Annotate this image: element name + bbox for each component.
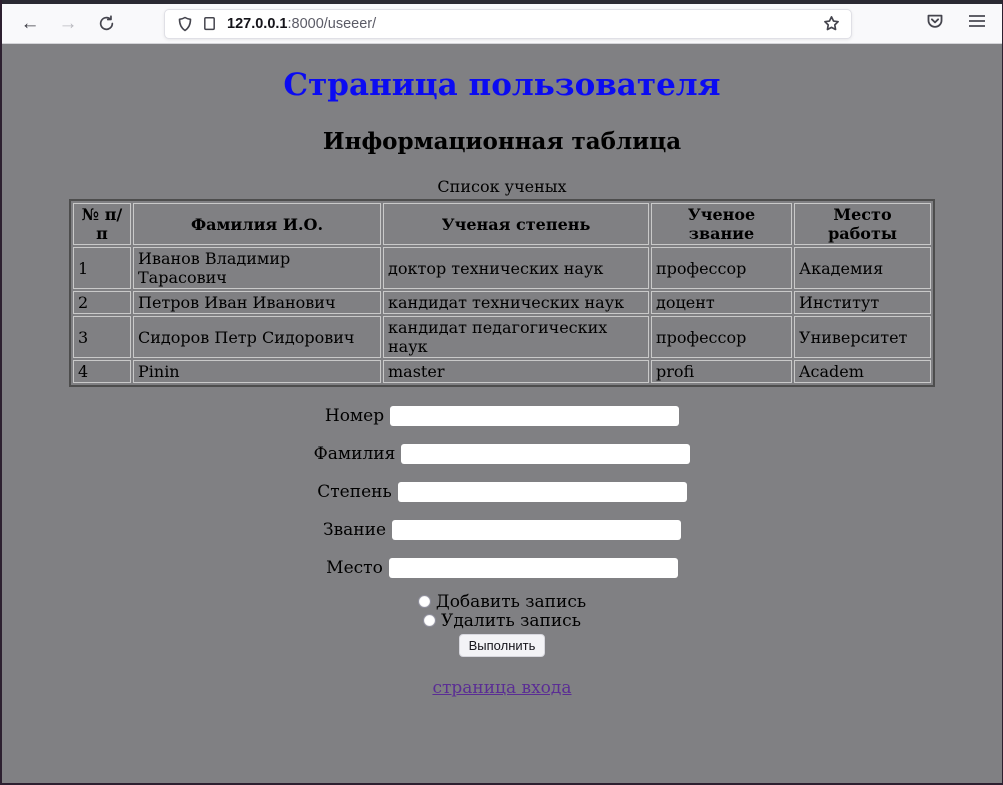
execute-button[interactable]: Выполнить bbox=[459, 634, 546, 657]
table-cell: кандидат педагогических наук bbox=[383, 316, 649, 358]
url-bar[interactable]: 127.0.0.1:8000/useeer/ bbox=[164, 9, 852, 39]
table-cell: 1 bbox=[73, 247, 131, 289]
radio-group: Добавить запись Удалить запись bbox=[2, 593, 1002, 631]
table-row: 2Петров Иван Ивановичкандидат технически… bbox=[73, 291, 931, 314]
record-form: Номер Фамилия Степень Звание Место Добав… bbox=[2, 405, 1002, 698]
table-cell: профессор bbox=[651, 316, 792, 358]
reload-icon[interactable] bbox=[94, 12, 118, 36]
menu-icon[interactable] bbox=[968, 14, 986, 33]
table-cell: Академия bbox=[794, 247, 931, 289]
submit-row: Выполнить bbox=[2, 631, 1002, 657]
table-cell: master bbox=[383, 360, 649, 383]
field-label: Место bbox=[326, 558, 383, 578]
table-body: 1Иванов Владимир Тарасовичдоктор техниче… bbox=[73, 247, 931, 383]
table-caption: Список ученых bbox=[2, 177, 1002, 196]
table-row: 4PininmasterprofiAcadem bbox=[73, 360, 931, 383]
page-title: Страница пользователя bbox=[2, 67, 1002, 103]
radio-button-icon[interactable] bbox=[418, 595, 431, 608]
field-label: Степень bbox=[317, 482, 391, 502]
login-page-link[interactable]: страница входа bbox=[432, 678, 571, 698]
back-icon[interactable]: ← bbox=[18, 12, 42, 36]
form-fields: Номер Фамилия Степень Звание Место bbox=[2, 405, 1002, 577]
page-icon[interactable] bbox=[197, 12, 221, 36]
table-cell: Pinin bbox=[133, 360, 381, 383]
page-subtitle: Информационная таблица bbox=[2, 128, 1002, 155]
table-header-cell: Ученое звание bbox=[651, 203, 792, 245]
browser-toolbar: ← → 127.0.0.1:8000/useeer/ bbox=[2, 4, 1002, 44]
table-header-row: № п/пФамилия И.О.Ученая степеньУченое зв… bbox=[73, 203, 931, 245]
table-cell: profi bbox=[651, 360, 792, 383]
scientists-table: № п/пФамилия И.О.Ученая степеньУченое зв… bbox=[69, 199, 935, 387]
text-input[interactable] bbox=[389, 558, 678, 578]
table-cell: 4 bbox=[73, 360, 131, 383]
field-label: Фамилия bbox=[314, 444, 396, 464]
table-row: 3Сидоров Петр Сидоровичкандидат педагоги… bbox=[73, 316, 931, 358]
table-cell: Петров Иван Иванович bbox=[133, 291, 381, 314]
table-cell: кандидат технических наук bbox=[383, 291, 649, 314]
table-cell: Университет bbox=[794, 316, 931, 358]
radio-button-icon[interactable] bbox=[423, 614, 436, 627]
text-input[interactable] bbox=[392, 520, 681, 540]
table-cell: профессор bbox=[651, 247, 792, 289]
field-label: Звание bbox=[323, 520, 386, 540]
text-input[interactable] bbox=[398, 482, 687, 502]
table-head: № п/пФамилия И.О.Ученая степеньУченое зв… bbox=[73, 203, 931, 245]
radio-label: Удалить запись bbox=[441, 611, 581, 631]
table-header-cell: № п/п bbox=[73, 203, 131, 245]
url-text[interactable]: 127.0.0.1:8000/useeer/ bbox=[221, 16, 819, 32]
pocket-icon[interactable] bbox=[926, 12, 944, 35]
footer-link-row: страница входа bbox=[2, 657, 1002, 698]
table-cell: доктор технических наук bbox=[383, 247, 649, 289]
text-input[interactable] bbox=[390, 406, 679, 426]
radio-option[interactable]: Удалить запись bbox=[2, 612, 1002, 631]
bookmark-star-icon[interactable] bbox=[819, 12, 843, 36]
field-label: Номер bbox=[325, 406, 384, 426]
url-path: :8000/useeer/ bbox=[287, 16, 376, 32]
table-header-cell: Место работы bbox=[794, 203, 931, 245]
table-cell: Институт bbox=[794, 291, 931, 314]
form-field-row: Звание bbox=[2, 519, 1002, 539]
form-field-row: Номер bbox=[2, 405, 1002, 425]
table-cell: Сидоров Петр Сидорович bbox=[133, 316, 381, 358]
form-field-row: Фамилия bbox=[2, 443, 1002, 463]
table-header-cell: Ученая степень bbox=[383, 203, 649, 245]
table-cell: доцент bbox=[651, 291, 792, 314]
table-cell: 3 bbox=[73, 316, 131, 358]
text-input[interactable] bbox=[401, 444, 690, 464]
page-content: Страница пользователя Информационная таб… bbox=[2, 44, 1002, 783]
nav-button-group: ← → bbox=[2, 12, 164, 36]
radio-option[interactable]: Добавить запись bbox=[2, 593, 1002, 612]
table-row: 1Иванов Владимир Тарасовичдоктор техниче… bbox=[73, 247, 931, 289]
table-header-cell: Фамилия И.О. bbox=[133, 203, 381, 245]
form-field-row: Место bbox=[2, 557, 1002, 577]
table-cell: Academ bbox=[794, 360, 931, 383]
form-field-row: Степень bbox=[2, 481, 1002, 501]
table-cell: Иванов Владимир Тарасович bbox=[133, 247, 381, 289]
url-host: 127.0.0.1 bbox=[227, 16, 287, 32]
forward-icon: → bbox=[56, 12, 80, 36]
toolbar-right-group bbox=[852, 12, 1002, 35]
table-cell: 2 bbox=[73, 291, 131, 314]
radio-label: Добавить запись bbox=[436, 592, 586, 612]
shield-icon[interactable] bbox=[173, 12, 197, 36]
browser-window: ← → 127.0.0.1:8000/useeer/ bbox=[0, 0, 1003, 785]
